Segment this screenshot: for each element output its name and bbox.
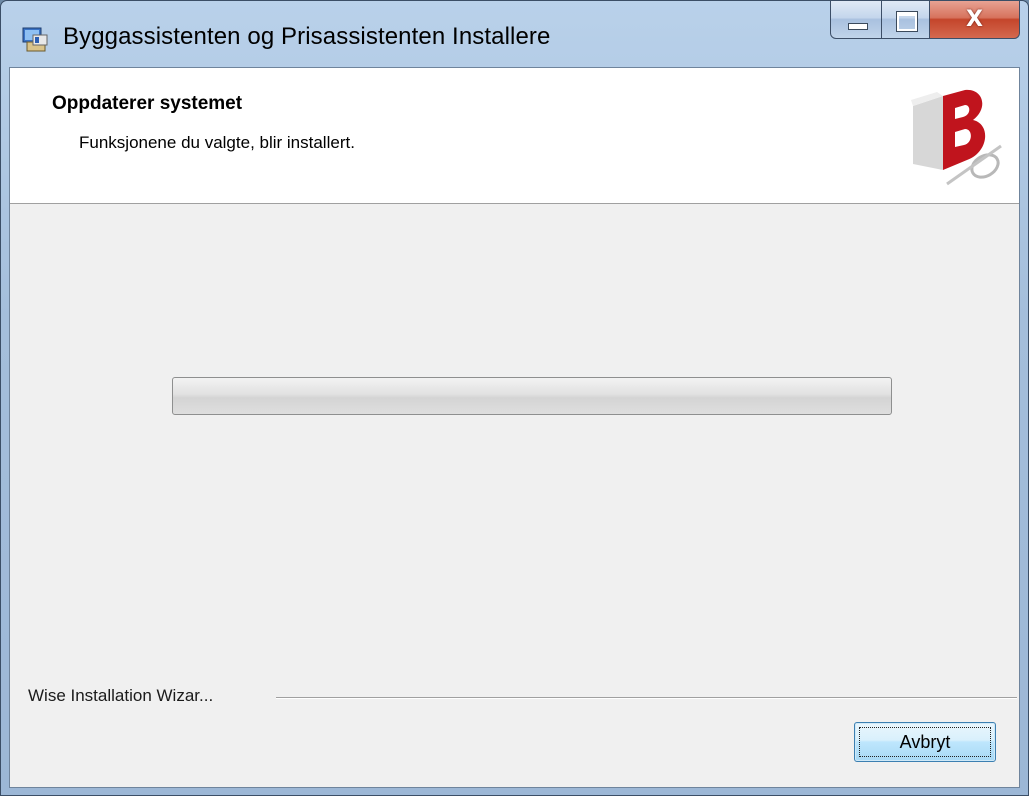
- cancel-button[interactable]: Avbryt: [854, 722, 996, 762]
- page-subtitle: Funksjonene du valgte, blir installert.: [79, 133, 355, 152]
- wizard-brand: Wise Installation Wizar...: [10, 686, 1019, 710]
- install-progress-bar: [172, 377, 892, 415]
- separator-line: [276, 697, 1017, 699]
- maximize-button[interactable]: [882, 1, 930, 39]
- title-bar[interactable]: Byggassistenten og Prisassistenten Insta…: [1, 1, 1028, 67]
- maximize-icon: [897, 12, 917, 31]
- caption-buttons: X: [830, 1, 1020, 41]
- close-icon: X: [966, 7, 983, 32]
- page-title: Oppdaterer systemet: [52, 93, 243, 114]
- wizard-header: Oppdaterer systemet Funksjonene du valgt…: [10, 68, 1019, 204]
- minimize-button[interactable]: [830, 1, 882, 39]
- window-title: Byggassistenten og Prisassistenten Insta…: [63, 23, 551, 50]
- brand-label: Wise Installation Wizar...: [28, 686, 214, 705]
- focus-rect: [859, 727, 991, 757]
- minimize-icon: [848, 23, 868, 30]
- wizard-body: Oppdaterer systemet Funksjonene du valgt…: [9, 67, 1020, 788]
- installer-window: Byggassistenten og Prisassistenten Insta…: [0, 0, 1029, 796]
- installer-icon: [22, 27, 48, 52]
- b-logo: [911, 89, 1002, 186]
- close-button[interactable]: X: [930, 1, 1020, 39]
